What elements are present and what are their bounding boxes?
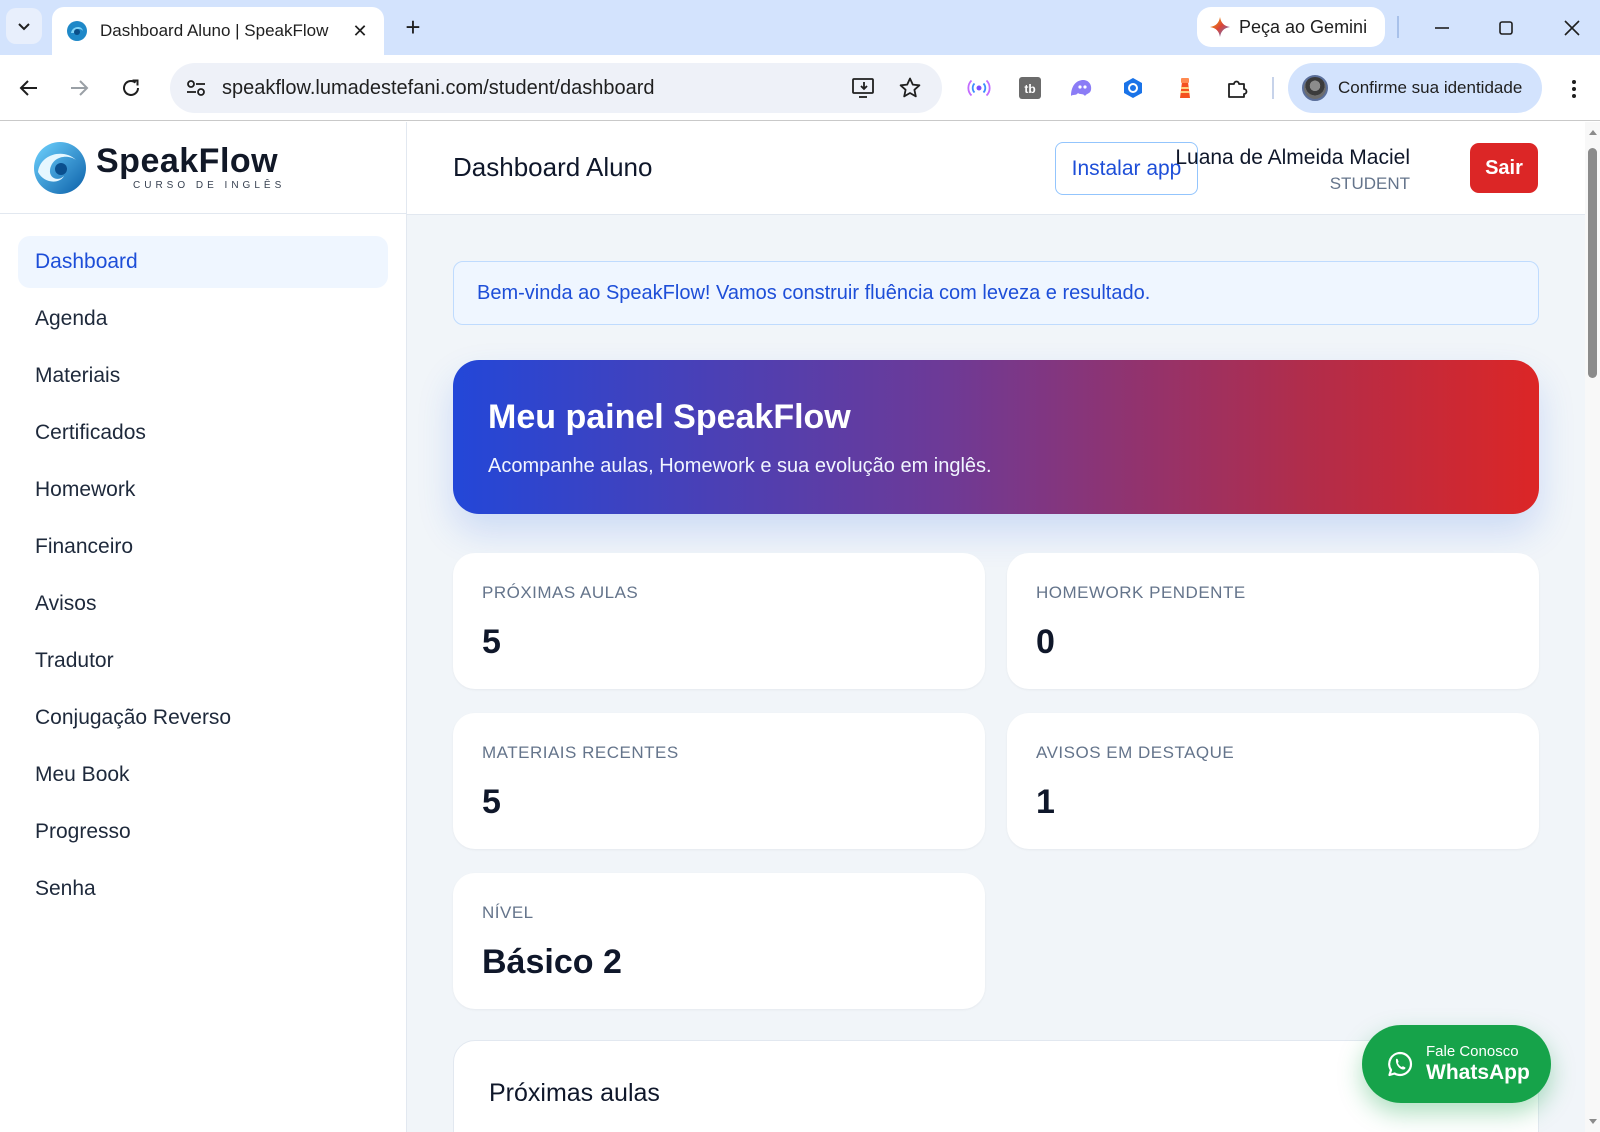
speakflow-wave-logo-icon bbox=[34, 141, 86, 194]
stat-card-materiais-recentes: MATERIAIS RECENTES 5 bbox=[453, 713, 985, 849]
stat-value: 1 bbox=[1036, 783, 1055, 821]
profile-button[interactable]: Confirme sua identidade bbox=[1288, 63, 1542, 113]
tb-extension-icon[interactable]: tb bbox=[1017, 75, 1043, 101]
toolbar-separator bbox=[1272, 77, 1274, 99]
sidebar-item-certificados[interactable]: Certificados bbox=[18, 407, 388, 459]
welcome-banner: Bem-vinda ao SpeakFlow! Vamos construir … bbox=[453, 261, 1539, 325]
sidebar-item-avisos[interactable]: Avisos bbox=[18, 578, 388, 630]
tag-extension-icon[interactable] bbox=[1120, 75, 1146, 101]
minimize-button[interactable] bbox=[1424, 10, 1460, 46]
lighthouse-extension-icon[interactable] bbox=[1172, 75, 1198, 101]
user-role: STUDENT bbox=[1329, 174, 1410, 193]
stat-card-nivel: NÍVEL Básico 2 bbox=[453, 873, 985, 1009]
stat-card-proximas-aulas: PRÓXIMAS AULAS 5 bbox=[453, 553, 985, 689]
hero-title: Meu painel SpeakFlow bbox=[488, 398, 851, 436]
page-scrollbar[interactable] bbox=[1585, 122, 1600, 1132]
ghost-extension-icon[interactable] bbox=[1068, 75, 1094, 101]
whatsapp-label: WhatsApp bbox=[1426, 1060, 1530, 1084]
scroll-up-icon[interactable] bbox=[1587, 126, 1598, 137]
gemini-button[interactable]: Peça ao Gemini bbox=[1197, 7, 1385, 47]
browser-tab-bar: Dashboard Aluno | SpeakFlow ✕ + Peça ao … bbox=[0, 0, 1600, 55]
stat-label: PRÓXIMAS AULAS bbox=[482, 583, 639, 602]
close-icon bbox=[1564, 20, 1580, 36]
stat-value: 5 bbox=[482, 623, 501, 661]
gemini-spark-icon bbox=[1210, 17, 1230, 37]
bookmark-star-icon[interactable] bbox=[896, 74, 924, 102]
profile-avatar bbox=[1302, 75, 1328, 101]
sidebar-item-conjugacao-reverso[interactable]: Conjugação Reverso bbox=[18, 692, 388, 744]
site-settings-icon[interactable] bbox=[184, 76, 208, 100]
whatsapp-small-label: Fale Conosco bbox=[1426, 1043, 1519, 1061]
stat-value: Básico 2 bbox=[482, 943, 622, 981]
speakflow-favicon-icon bbox=[67, 21, 87, 41]
tab-close-icon[interactable]: ✕ bbox=[350, 21, 370, 41]
sidebar-item-progresso[interactable]: Progresso bbox=[18, 806, 388, 858]
browser-menu-button[interactable] bbox=[1560, 75, 1588, 103]
back-button[interactable] bbox=[12, 71, 46, 105]
hero-subtitle: Acompanhe aulas, Homework e sua evolução… bbox=[488, 455, 992, 477]
tab-separator bbox=[1397, 16, 1399, 38]
sidebar-item-agenda[interactable]: Agenda bbox=[18, 293, 388, 345]
profile-label: Confirme sua identidade bbox=[1338, 78, 1523, 97]
stat-value: 5 bbox=[482, 783, 501, 821]
hero-panel: Meu painel SpeakFlow Acompanhe aulas, Ho… bbox=[453, 360, 1539, 514]
reload-button[interactable] bbox=[114, 71, 148, 105]
tab-title: Dashboard Aluno | SpeakFlow bbox=[100, 21, 329, 40]
sidebar-item-meu-book[interactable]: Meu Book bbox=[18, 749, 388, 801]
brand-tagline: CURSO DE INGLÊS bbox=[133, 180, 286, 191]
sidebar-item-homework[interactable]: Homework bbox=[18, 464, 388, 516]
scrollbar-thumb[interactable] bbox=[1588, 148, 1597, 378]
sidebar-item-dashboard[interactable]: Dashboard bbox=[18, 236, 388, 288]
url-text[interactable]: speakflow.lumadestefani.com/student/dash… bbox=[222, 77, 850, 100]
address-bar[interactable]: speakflow.lumadestefani.com/student/dash… bbox=[170, 63, 942, 113]
scroll-down-icon[interactable] bbox=[1587, 1116, 1598, 1127]
stat-label: MATERIAIS RECENTES bbox=[482, 743, 679, 762]
whatsapp-icon bbox=[1388, 1051, 1413, 1077]
gemini-label: Peça ao Gemini bbox=[1239, 16, 1368, 37]
page-title: Dashboard Aluno bbox=[453, 152, 653, 182]
chevron-down-icon bbox=[18, 23, 30, 31]
sidebar: SpeakFlow CURSO DE INGLÊS Dashboard Agen… bbox=[0, 122, 407, 1132]
install-page-icon[interactable] bbox=[850, 74, 878, 102]
stat-label: NÍVEL bbox=[482, 903, 534, 922]
brand-name: SpeakFlow bbox=[96, 142, 279, 180]
page-header: Dashboard Aluno Instalar app Luana de Al… bbox=[407, 122, 1585, 215]
sidebar-item-senha[interactable]: Senha bbox=[18, 863, 388, 915]
reload-icon bbox=[123, 79, 139, 96]
stat-value: 0 bbox=[1036, 623, 1055, 661]
tab-search-button[interactable] bbox=[6, 8, 42, 44]
sidebar-nav: Dashboard Agenda Materiais Certificados … bbox=[0, 214, 406, 915]
stat-label: AVISOS EM DESTAQUE bbox=[1036, 743, 1235, 762]
forward-button[interactable] bbox=[62, 71, 96, 105]
brand-logo[interactable]: SpeakFlow CURSO DE INGLÊS bbox=[0, 122, 406, 214]
stat-card-homework-pendente: HOMEWORK PENDENTE 0 bbox=[1007, 553, 1539, 689]
browser-tab-active[interactable]: Dashboard Aluno | SpeakFlow ✕ bbox=[52, 7, 384, 55]
whatsapp-contact-button[interactable]: Fale Conosco WhatsApp bbox=[1362, 1025, 1551, 1103]
svg-text:tb: tb bbox=[1024, 82, 1035, 96]
sidebar-item-tradutor[interactable]: Tradutor bbox=[18, 635, 388, 687]
logout-button[interactable]: Sair bbox=[1470, 143, 1538, 193]
minimize-icon bbox=[1435, 27, 1449, 29]
user-name: Luana de Almeida Maciel bbox=[1175, 146, 1410, 169]
more-vertical-icon bbox=[1572, 80, 1576, 98]
maximize-button[interactable] bbox=[1488, 10, 1524, 46]
browser-toolbar: speakflow.lumadestefani.com/student/dash… bbox=[0, 55, 1600, 121]
stat-card-avisos-em-destaque: AVISOS EM DESTAQUE 1 bbox=[1007, 713, 1539, 849]
extensions-puzzle-icon[interactable] bbox=[1224, 75, 1250, 101]
arrow-right-icon bbox=[71, 80, 89, 96]
close-window-button[interactable] bbox=[1554, 10, 1590, 46]
welcome-text: Bem-vinda ao SpeakFlow! Vamos construir … bbox=[477, 281, 1151, 304]
broadcast-extension-icon[interactable] bbox=[966, 75, 992, 101]
arrow-left-icon bbox=[19, 80, 37, 96]
main-content: Dashboard Aluno Instalar app Luana de Al… bbox=[407, 122, 1585, 1132]
sidebar-item-materiais[interactable]: Materiais bbox=[18, 350, 388, 402]
new-tab-button[interactable]: + bbox=[398, 12, 428, 42]
stat-label: HOMEWORK PENDENTE bbox=[1036, 583, 1246, 602]
maximize-icon bbox=[1499, 21, 1513, 35]
sidebar-item-financeiro[interactable]: Financeiro bbox=[18, 521, 388, 573]
